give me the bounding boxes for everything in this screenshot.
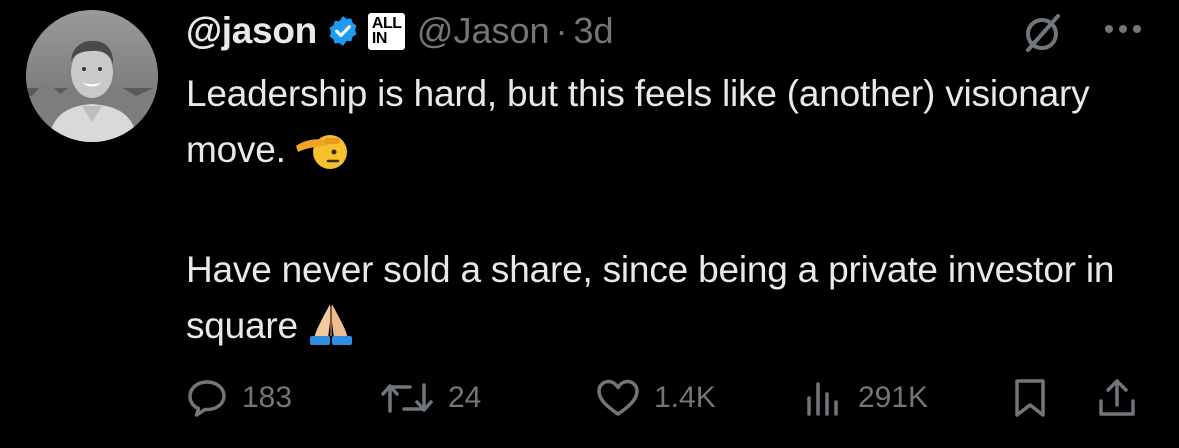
- tweet-paragraph: Have never sold a share, since being a p…: [186, 242, 1146, 362]
- affiliate-badge[interactable]: ALL IN: [367, 12, 405, 50]
- views-button[interactable]: 291K: [804, 370, 928, 426]
- repost-icon: [381, 383, 433, 413]
- repost-count: 24: [448, 381, 482, 414]
- like-count: 1.4K: [654, 381, 716, 414]
- verified-badge-icon[interactable]: [326, 14, 360, 48]
- heart-icon: [597, 379, 639, 416]
- affiliate-badge-line2: IN: [371, 30, 388, 47]
- user-handle[interactable]: @Jason: [417, 10, 550, 52]
- tweet-text: Leadership is hard, but this feels like …: [186, 66, 1146, 362]
- display-name[interactable]: @jason: [186, 10, 317, 52]
- like-button[interactable]: 1.4K: [596, 370, 716, 426]
- bookmark-icon: [1015, 379, 1045, 417]
- timestamp[interactable]: 3d: [574, 10, 614, 52]
- avatar[interactable]: [26, 10, 158, 142]
- reply-icon: [188, 380, 226, 417]
- view-count: 291K: [858, 381, 929, 414]
- more-options-icon[interactable]: [1100, 14, 1146, 44]
- grok-icon[interactable]: [1020, 10, 1066, 56]
- reply-count: 183: [242, 381, 293, 414]
- tweet-paragraph: Leadership is hard, but this feels like …: [186, 66, 1146, 186]
- analytics-icon: [807, 382, 838, 416]
- saluting-face-emoji: [294, 130, 350, 186]
- affiliate-badge-line1: ALL: [371, 15, 402, 32]
- share-button[interactable]: [1096, 370, 1138, 426]
- tweet-actions: 183 24 1.4K 291K: [186, 370, 1146, 426]
- tweet-header: @jason ALL IN @Jason · 3d: [186, 8, 614, 54]
- tweet[interactable]: @jason ALL IN @Jason · 3d Leadership is …: [0, 0, 1179, 448]
- separator-dot: ·: [555, 10, 568, 51]
- share-icon: [1099, 379, 1135, 416]
- reply-button[interactable]: 183: [186, 370, 292, 426]
- folded-hands-emoji: [306, 302, 356, 362]
- repost-button[interactable]: 24: [380, 370, 481, 426]
- bookmark-button[interactable]: [1010, 370, 1050, 426]
